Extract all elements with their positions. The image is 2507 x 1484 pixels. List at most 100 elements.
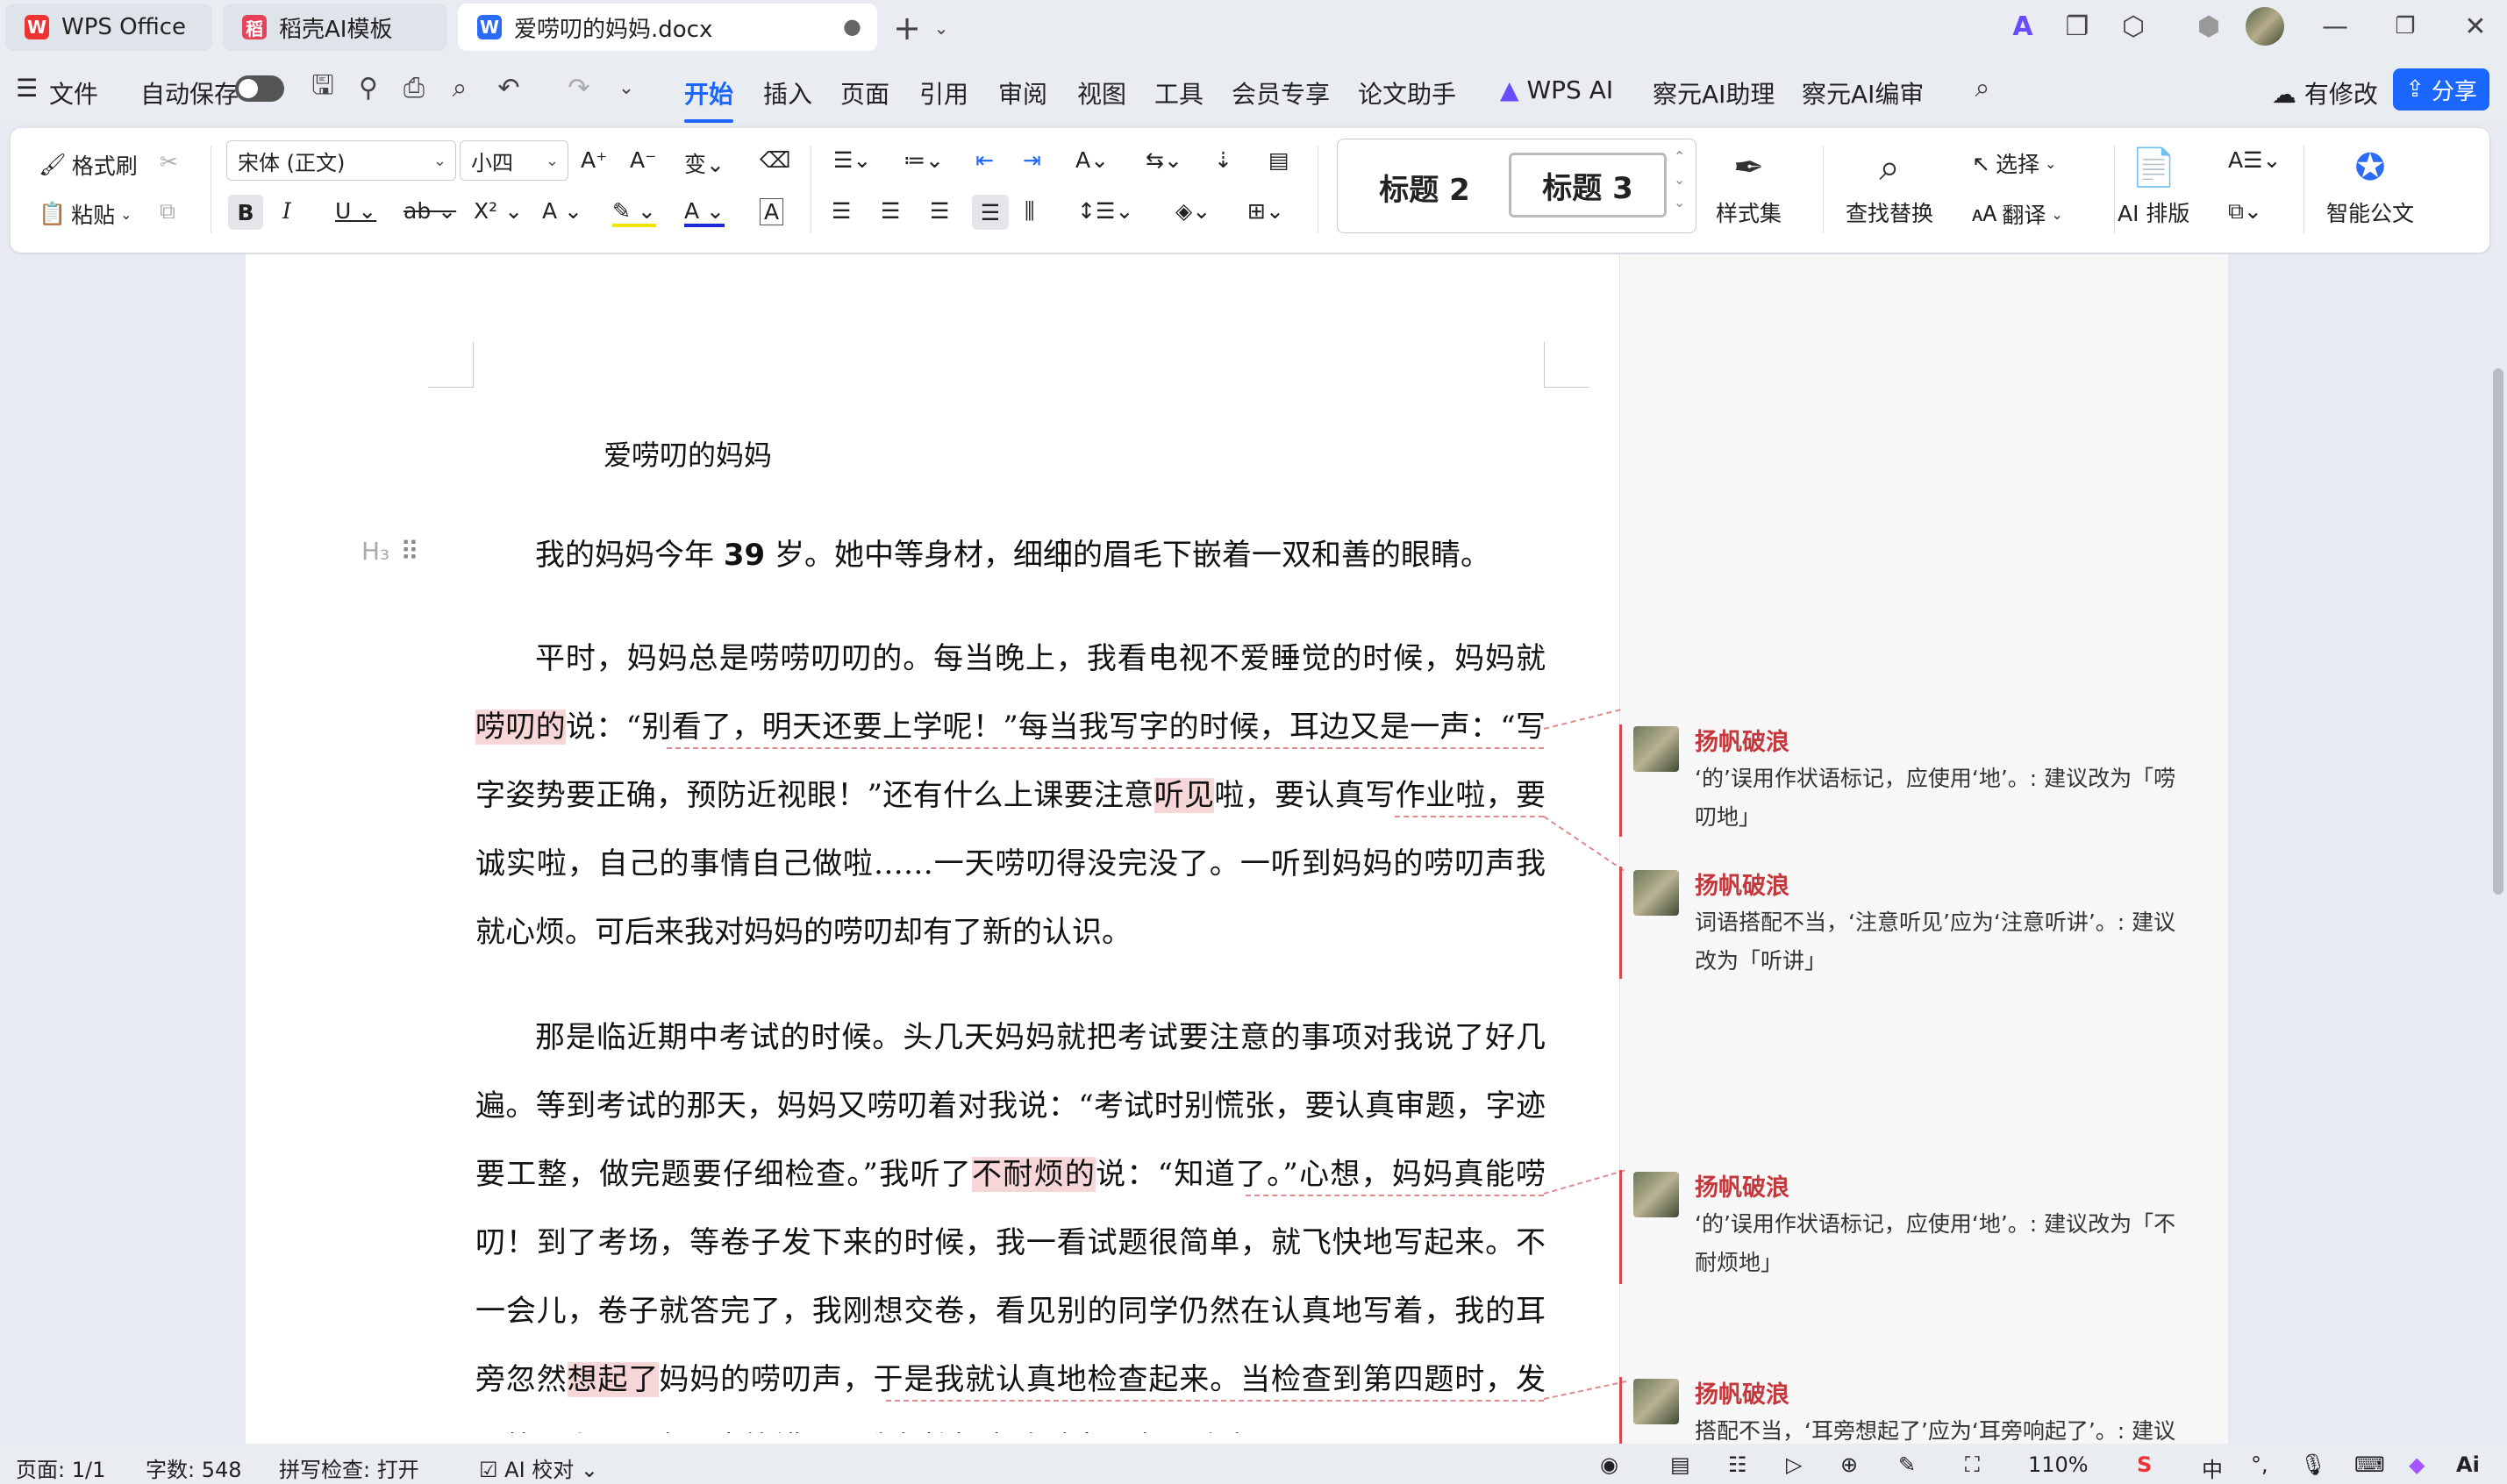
menu-member[interactable]: 会员专享 <box>1232 75 1330 111</box>
bold-button[interactable]: B <box>228 195 263 230</box>
word-count[interactable]: 字数: 548 <box>146 1452 242 1483</box>
menu-thesis[interactable]: 论文助手 <box>1358 75 1456 111</box>
highlight-icon[interactable]: ✎ ⌄ <box>612 198 656 227</box>
menu-view[interactable]: 视图 <box>1077 75 1126 111</box>
style-scroll-icon[interactable]: ⌃ ⌄ ⌄ <box>1674 146 1685 214</box>
pin-icon[interactable]: ⚲ <box>351 70 386 105</box>
new-tab-icon[interactable]: + <box>888 9 926 47</box>
menu-references[interactable]: 引用 <box>919 75 968 111</box>
ime-s-icon[interactable]: S <box>2137 1452 2152 1477</box>
style-heading-3[interactable]: 标题 3 <box>1509 153 1667 218</box>
menu-review[interactable]: 审阅 <box>998 75 1047 111</box>
modified-status[interactable]: ☁ 有修改 <box>2272 75 2378 111</box>
arrange-shapes-icon[interactable]: ⧉⌄ <box>2228 198 2262 225</box>
paragraph-1[interactable]: 我的妈妈今年 39 岁。她中等身材，细细的眉毛下嵌着一双和善的眼睛。 <box>475 521 1546 589</box>
clear-format-icon[interactable]: ⌫ <box>760 147 790 173</box>
avatar[interactable] <box>2246 7 2284 46</box>
style-heading-2[interactable]: 标题 2 <box>1346 154 1503 219</box>
borders-icon[interactable]: ⊞⌄ <box>1247 198 1284 224</box>
spell-check[interactable]: 拼写检查: 打开 <box>279 1452 419 1483</box>
phonetic-icon[interactable]: 变⌄ <box>684 147 725 179</box>
style-set-button[interactable]: ✒ 样式集 <box>1716 146 1782 228</box>
menu-file[interactable]: 文件 <box>49 75 98 111</box>
tab-wps-office[interactable]: W WPS Office <box>5 4 212 51</box>
format-painter-button[interactable]: 🖌 格式刷 <box>39 149 138 181</box>
drag-handle-icon[interactable]: ⠿ <box>400 537 419 567</box>
italic-button[interactable]: I <box>282 198 291 224</box>
increase-indent-icon[interactable]: ⇥ <box>1023 147 1041 173</box>
highlighted-error[interactable]: 唠叨的 <box>475 710 566 745</box>
keyboard-icon[interactable]: ⌨ <box>2354 1452 2385 1477</box>
paragraph-arrange-icon[interactable]: A☰⌄ <box>2228 147 2281 173</box>
more-chevron-icon[interactable]: ⌄ <box>611 70 642 105</box>
strikethrough-button[interactable]: ab ⌄ <box>404 198 456 224</box>
numbered-list-icon[interactable]: ≔⌄ <box>904 147 944 173</box>
page-indicator[interactable]: 页面: 1/1 <box>16 1452 105 1483</box>
scrollbar-thumb[interactable] <box>2493 368 2503 895</box>
decrease-indent-icon[interactable]: ⇤ <box>975 147 994 173</box>
tab-list-chevron-icon[interactable]: ⌄ <box>928 11 954 46</box>
line-spacing-icon[interactable]: ↕☰⌄ <box>1077 198 1133 224</box>
menu-insert[interactable]: 插入 <box>763 75 812 111</box>
paragraph-2[interactable]: 平时，妈妈总是唠唠叨叨的。每当晚上，我看电视不爱睡觉的时候，妈妈就唠叨的说：“别… <box>475 624 1546 967</box>
outline-view-icon[interactable]: ☷ <box>1728 1452 1747 1477</box>
char-border-icon[interactable]: A <box>760 198 784 225</box>
highlighted-error[interactable]: 听见 <box>1154 778 1215 813</box>
tab-close-dot-icon[interactable]: ● <box>843 14 861 39</box>
zoom-level[interactable]: 110% <box>2028 1452 2089 1477</box>
paragraph-3[interactable]: 那是临近期中考试的时候。头几天妈妈就把考试要注意的事项对我说了好几遍。等到考试的… <box>475 1003 1546 1433</box>
menu-chayuan-assistant[interactable]: 察元AI助理 <box>1653 75 1775 111</box>
eye-icon[interactable]: ◉ <box>1600 1452 1618 1477</box>
text-effect-icon[interactable]: A ⌄ <box>542 198 582 224</box>
text-direction-icon[interactable]: A⌄ <box>1075 147 1109 173</box>
save-icon[interactable]: 🖫 <box>305 70 340 105</box>
tab-document[interactable]: W 爱唠叨的妈妈.docx ● <box>458 4 877 51</box>
distribute-icon[interactable]: ⫼ <box>1025 198 1035 225</box>
restore-icon[interactable]: ❐ <box>2386 7 2425 46</box>
skin-icon[interactable]: ◆ <box>2409 1452 2425 1477</box>
ime-mode[interactable]: 中 <box>2202 1452 2223 1483</box>
print-preview-icon[interactable]: ⌕ <box>442 70 477 105</box>
undo-icon[interactable]: ↶ <box>491 70 526 105</box>
menu-page[interactable]: 页面 <box>840 75 889 111</box>
shading-icon[interactable]: ◈⌄ <box>1175 198 1211 224</box>
menu-home[interactable]: 开始 <box>684 75 734 123</box>
shrink-font-icon[interactable]: A⁻ <box>630 147 656 173</box>
wps-ai-icon[interactable]: A <box>2003 7 2042 46</box>
align-center-icon[interactable]: ☰ <box>881 198 900 224</box>
select-button[interactable]: ↖ 选择 ⌄ <box>1972 147 2056 179</box>
font-family-select[interactable]: 宋体 (正文) ⌄ <box>226 140 456 181</box>
menu-tools[interactable]: 工具 <box>1154 75 1204 111</box>
font-color-icon[interactable]: A ⌄ <box>684 198 725 227</box>
align-right-icon[interactable]: ☰ <box>930 198 949 224</box>
pen-icon[interactable]: ✎ <box>1898 1452 1916 1477</box>
cut-icon[interactable]: ✂ <box>160 149 178 175</box>
fit-page-icon[interactable]: ⛶ <box>1965 1452 1980 1477</box>
menu-chayuan-review[interactable]: 察元AI编审 <box>1802 75 1924 111</box>
grow-font-icon[interactable]: A⁺ <box>581 147 607 173</box>
superscript-button[interactable]: X² ⌄ <box>474 198 523 224</box>
print-icon[interactable]: ⎙ <box>396 70 432 105</box>
copy-icon[interactable]: ⧉ <box>160 198 175 225</box>
sort-icon[interactable]: ⇆⌄ <box>1146 147 1182 173</box>
ai-icon[interactable]: Ai <box>2456 1452 2480 1477</box>
justify-icon[interactable]: ☰ <box>972 195 1009 230</box>
share-button[interactable]: ⇪ 分享 <box>2393 68 2489 111</box>
smart-doc-button[interactable]: ✪ 智能公文 <box>2326 146 2414 228</box>
microphone-icon[interactable]: 🎙 <box>2300 1452 2326 1477</box>
translate-button[interactable]: 🗚 翻译 ⌄ <box>1972 198 2063 230</box>
window-icon[interactable]: ❐ <box>2058 7 2096 46</box>
close-icon[interactable]: ✕ <box>2456 7 2495 46</box>
highlighted-error[interactable]: 不耐烦的 <box>972 1157 1096 1192</box>
redo-icon[interactable]: ↷ <box>561 70 596 105</box>
table-lines-icon[interactable]: ▤ <box>1268 147 1289 173</box>
comment-card[interactable]: 扬帆破浪 搭配不当，‘耳旁想起了’应为‘耳旁响起了’。: 建议 <box>1633 1379 2203 1444</box>
ai-layout-button[interactable]: 📄 AI 排版 <box>2118 146 2189 228</box>
minimize-icon[interactable]: — <box>2316 7 2354 46</box>
paste-button[interactable]: 📋 粘贴 ⌄ <box>39 198 132 230</box>
tab-daoke-templates[interactable]: 稻 稻壳AI模板 <box>223 4 447 51</box>
ai-proofread[interactable]: ☑ AI 校对 ⌄ <box>479 1452 598 1483</box>
autosave-toggle[interactable] <box>235 75 284 102</box>
font-size-select[interactable]: 小四 ⌄ <box>460 140 568 181</box>
hamburger-icon[interactable]: ☰ <box>16 74 38 103</box>
